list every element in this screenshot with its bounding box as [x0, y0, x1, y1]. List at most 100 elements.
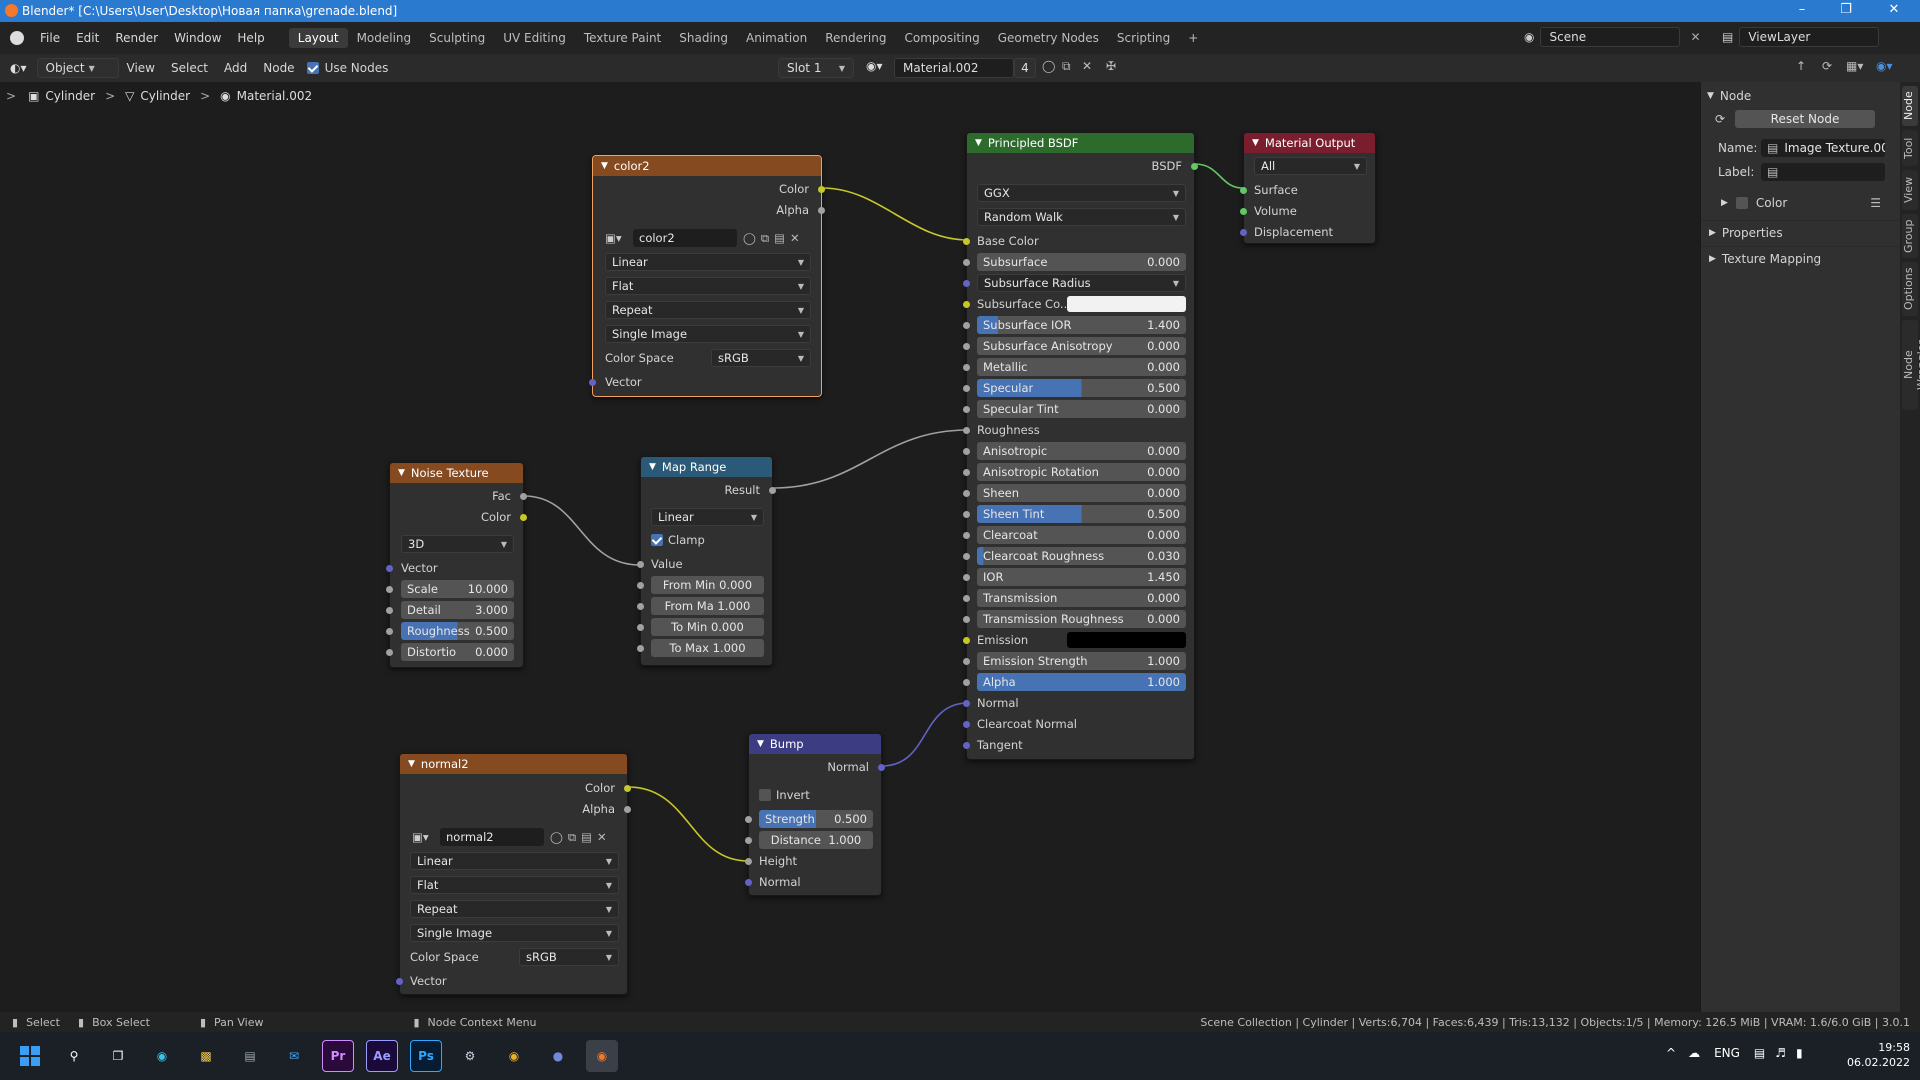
socket-roughness-in[interactable]	[386, 628, 393, 635]
socket-alpha-out[interactable]	[818, 207, 825, 214]
socket-emission-in[interactable]	[963, 637, 970, 644]
socket-subsurface-anisotropy-in[interactable]	[963, 343, 970, 350]
tab-compositing[interactable]: Compositing	[895, 28, 988, 48]
sheen-tint-field[interactable]: Sheen Tint 0.500	[977, 505, 1186, 523]
fake-user-icon[interactable]: ◯	[550, 830, 563, 844]
scene-remove-icon[interactable]: ✕	[1690, 30, 1700, 44]
socket-transmission-in[interactable]	[963, 595, 970, 602]
socket-vector-in[interactable]	[589, 379, 596, 386]
steam-icon[interactable]: ⚙	[454, 1040, 486, 1072]
tab-modeling[interactable]: Modeling	[348, 28, 421, 48]
transmission-roughness-field[interactable]: Transmission Roughness 0.000	[977, 610, 1186, 628]
distance-field[interactable]: Distance 1.000	[759, 831, 873, 849]
menu-file[interactable]: File	[32, 31, 68, 45]
node-normal2[interactable]: ▼ normal2 Color Alpha ▣▾ normal2 ◯ ⧉ ▤ ✕ …	[396, 753, 631, 995]
windows-start-icon[interactable]	[14, 1040, 46, 1072]
material-users-count[interactable]: 4	[1014, 58, 1036, 78]
network-icon[interactable]: ▤	[1754, 1046, 1765, 1060]
menu-edit[interactable]: Edit	[68, 31, 107, 45]
duplicate-icon[interactable]: ⧉	[761, 231, 769, 246]
socket-subsurface-co-in[interactable]	[963, 301, 970, 308]
socket-clearcoat-roughness-in[interactable]	[963, 553, 970, 560]
image-browse-icon[interactable]: ▣▾	[412, 830, 440, 844]
unlink-icon[interactable]: ✕	[790, 231, 800, 245]
socket-result-out[interactable]	[769, 487, 776, 494]
chevron-down-icon[interactable]: ▼	[757, 739, 764, 749]
socket-tangent-in[interactable]	[963, 742, 970, 749]
tab-layout[interactable]: Layout	[288, 28, 348, 48]
view-layer-icon[interactable]: ▤	[1722, 30, 1733, 44]
add-workspace-icon[interactable]: +	[1179, 28, 1207, 48]
socket-alpha-out[interactable]	[624, 806, 631, 813]
socket-normal-in[interactable]	[963, 700, 970, 707]
tab-texture-paint[interactable]: Texture Paint	[575, 28, 670, 48]
duplicate-icon[interactable]: ⧉	[568, 830, 576, 845]
image-browse-icon[interactable]: ▣▾	[605, 231, 633, 245]
to-max-field[interactable]: To Max 1.000	[651, 639, 764, 657]
menu-window[interactable]: Window	[166, 31, 229, 45]
projection-dropdown[interactable]: Flat ▼	[605, 277, 811, 295]
socket-alpha-in[interactable]	[963, 679, 970, 686]
use-custom-color-checkbox[interactable]	[1735, 197, 1748, 209]
tab-view[interactable]: View	[1902, 170, 1918, 210]
node-label-field[interactable]: ▤	[1761, 163, 1885, 181]
fake-user-icon[interactable]: ◯	[1042, 59, 1055, 73]
socket-displacement-in[interactable]	[1240, 229, 1247, 236]
dimensions-dropdown[interactable]: 3D ▼	[401, 535, 514, 553]
reset-node-button[interactable]: Reset Node	[1735, 110, 1875, 128]
socket-from-min-in[interactable]	[637, 582, 644, 589]
chrome-icon[interactable]: ◉	[498, 1040, 530, 1072]
socket-color-out[interactable]	[624, 785, 631, 792]
breadcrumb-mesh[interactable]: Cylinder	[140, 89, 190, 103]
socket-emission-strength-in[interactable]	[963, 658, 970, 665]
cloud-icon[interactable]: ☁	[1688, 1046, 1700, 1060]
after-effects-icon[interactable]: Ae	[366, 1040, 398, 1072]
node-header[interactable]: ▼ Material Output	[1244, 133, 1375, 153]
duplicate-icon[interactable]: ⧉	[1062, 59, 1071, 74]
interpolation-dropdown[interactable]: Linear ▼	[605, 253, 811, 271]
socket-anisotropic-rotation-in[interactable]	[963, 469, 970, 476]
distribution-dropdown[interactable]: GGX ▼	[977, 184, 1186, 202]
slot-dropdown[interactable]: Slot 1 ▼	[778, 58, 854, 78]
specular-tint-field[interactable]: Specular Tint 0.000	[977, 400, 1186, 418]
image-name-field[interactable]: color2	[633, 229, 737, 247]
socket-height-in[interactable]	[745, 858, 752, 865]
fake-user-icon[interactable]: ◯	[743, 231, 756, 245]
clearcoat-roughness-field[interactable]: Clearcoat Roughness 0.030	[977, 547, 1186, 565]
object-mode-dropdown[interactable]: Object ▼	[36, 58, 119, 78]
socket-distance-in[interactable]	[745, 837, 752, 844]
restore-icon[interactable]: ❐	[1824, 0, 1868, 22]
blender-taskbar-icon[interactable]: ◉	[586, 1040, 618, 1072]
tab-tool[interactable]: Tool	[1902, 130, 1918, 166]
socket-base-color-in[interactable]	[963, 238, 970, 245]
blender-menu-icon[interactable]	[10, 31, 24, 45]
clamp-checkbox[interactable]	[651, 534, 663, 546]
node-bump[interactable]: ▼ Bump Normal Invert Strength 0.500 Distan…	[745, 733, 885, 896]
socket-detail-in[interactable]	[386, 607, 393, 614]
socket-anisotropic-in[interactable]	[963, 448, 970, 455]
socket-scale-in[interactable]	[386, 586, 393, 593]
socket-transmission-roughness-in[interactable]	[963, 616, 970, 623]
file-explorer-icon[interactable]: ▩	[190, 1040, 222, 1072]
socket-specular-tint-in[interactable]	[963, 406, 970, 413]
chevron-down-icon[interactable]: ▼	[408, 759, 415, 769]
parent-node-tree-icon[interactable]: ↑	[1796, 59, 1806, 73]
menu-render[interactable]: Render	[107, 31, 166, 45]
socket-value-in[interactable]	[637, 561, 644, 568]
mail-icon[interactable]: ✉	[278, 1040, 310, 1072]
scene-icon[interactable]: ◉	[1524, 30, 1534, 44]
socket-roughness-in[interactable]	[963, 427, 970, 434]
chevron-down-icon[interactable]: ▼	[398, 468, 405, 478]
overlays-icon[interactable]: ◉▾	[1876, 59, 1893, 73]
breadcrumb-material[interactable]: Material.002	[237, 89, 312, 103]
socket-vector-in[interactable]	[396, 978, 403, 985]
image-name-field[interactable]: normal2	[440, 828, 544, 846]
chevron-down-icon[interactable]: ▼	[601, 161, 608, 171]
editor-type-icon[interactable]: ◐▾	[10, 61, 27, 75]
anisotropic-field[interactable]: Anisotropic 0.000	[977, 442, 1186, 460]
clearcoat-field[interactable]: Clearcoat 0.000	[977, 526, 1186, 544]
socket-subsurface-in[interactable]	[963, 259, 970, 266]
socket-volume-in[interactable]	[1240, 208, 1247, 215]
color-space-dropdown[interactable]: sRGB ▼	[519, 948, 619, 966]
node-color2[interactable]: ▼ color2 Color Alpha ▣▾ color2 ◯ ⧉ ▤ ✕ Li…	[589, 155, 825, 397]
